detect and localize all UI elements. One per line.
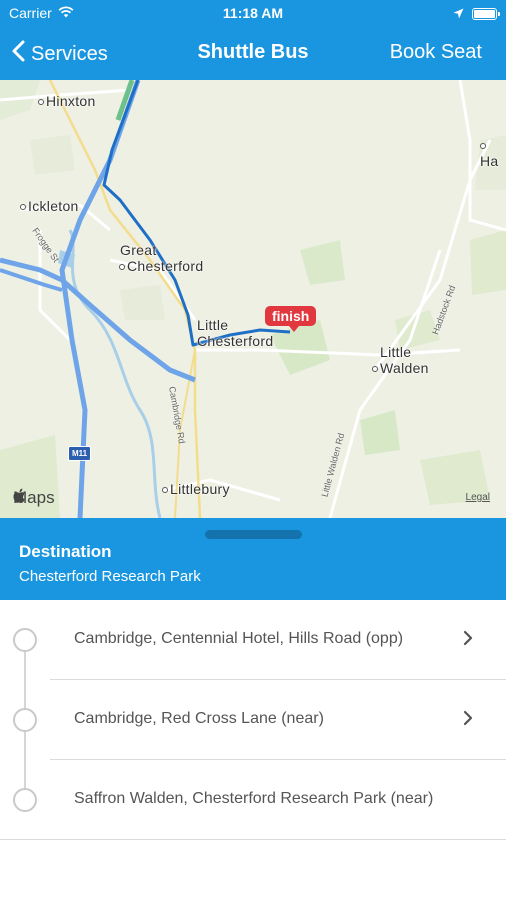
status-right [453, 6, 500, 22]
place-littlebury: Littlebury [162, 481, 230, 497]
stop-name: Saffron Walden, Chesterford Research Par… [74, 790, 434, 807]
status-bar: Carrier 11:18 AM [0, 0, 506, 28]
chevron-right-icon [463, 710, 473, 726]
battery-icon [472, 8, 500, 20]
drag-handle[interactable] [205, 530, 302, 539]
destination-heading: Destination [19, 542, 112, 561]
stop-row-2[interactable]: Cambridge, Red Cross Lane (near) [0, 680, 506, 760]
stop-circle-icon [13, 788, 37, 812]
place-little-chesterford: Little Chesterford [197, 317, 274, 349]
book-seat-button[interactable]: Book Seat [390, 41, 482, 64]
place-hinxton: Hinxton [38, 93, 96, 109]
place-little-walden: Little Walden [372, 344, 429, 376]
legal-link[interactable]: Legal [466, 492, 490, 503]
route-map[interactable]: Hinxton Ickleton Great Chesterford Littl… [0, 80, 506, 518]
maps-attribution: Maps [12, 488, 55, 508]
chevron-left-icon [12, 40, 25, 68]
status-time: 11:18 AM [222, 5, 284, 21]
stop-name: Cambridge, Red Cross Lane (near) [74, 710, 324, 727]
location-arrow-icon [453, 6, 464, 22]
place-ickleton: Ickleton [20, 198, 79, 214]
chevron-right-icon [463, 630, 473, 646]
stop-circle-icon [13, 708, 37, 732]
row-divider [0, 839, 506, 840]
stop-name: Cambridge, Centennial Hotel, Hills Road … [74, 630, 404, 647]
destination-panel: Destination Chesterford Research Park [0, 518, 506, 600]
stop-circle-icon [13, 628, 37, 652]
place-great-chesterford: Great Chesterford [119, 242, 204, 274]
back-button[interactable]: Services [12, 40, 108, 68]
finish-marker[interactable]: finish [265, 306, 317, 332]
stop-row-3[interactable]: Saffron Walden, Chesterford Research Par… [0, 760, 506, 840]
navigation-bar: Services Shuttle Bus Book Seat [0, 28, 506, 80]
m11-shield: M11 [68, 446, 92, 461]
place-ha: Ha [480, 137, 506, 169]
stops-list: Cambridge, Centennial Hotel, Hills Road … [0, 600, 506, 900]
destination-name: Chesterford Research Park [19, 568, 201, 585]
stop-row-1[interactable]: Cambridge, Centennial Hotel, Hills Road … [0, 600, 506, 680]
back-label: Services [31, 42, 108, 65]
